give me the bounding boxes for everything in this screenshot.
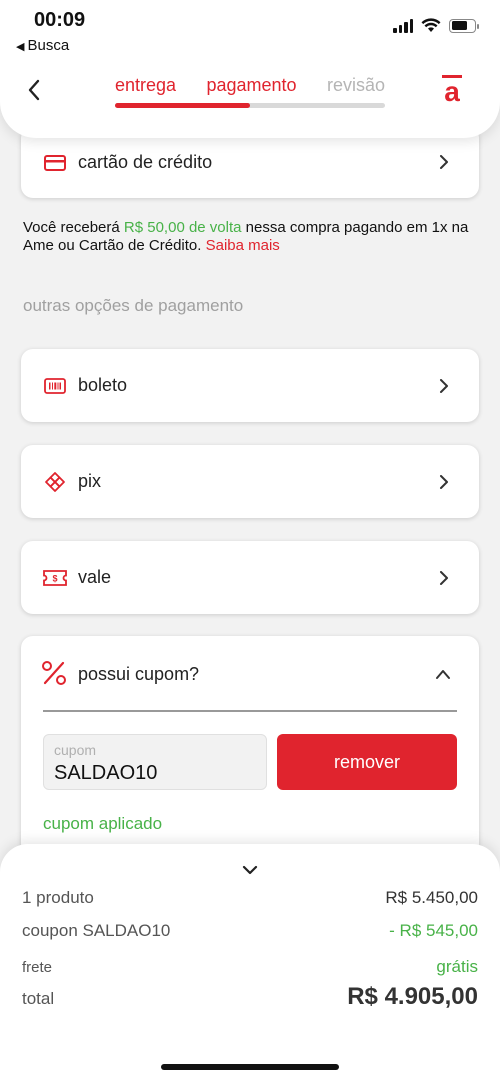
chevron-right-icon (440, 155, 448, 169)
home-indicator[interactable] (161, 1064, 339, 1070)
back-triangle-icon: ◀ (16, 41, 25, 53)
order-summary-sheet: 1 produto R$ 5.450,00 coupon SALDAO10 - … (0, 844, 500, 1082)
svg-text:$: $ (52, 574, 57, 584)
credit-card-icon (43, 151, 67, 175)
remove-coupon-button[interactable]: remover (277, 734, 457, 790)
summary-total-row: total R$ 4.905,00 (22, 983, 478, 1011)
summary-products-row: 1 produto R$ 5.450,00 (22, 888, 478, 908)
coupon-discount-label: coupon SALDAO10 (22, 921, 171, 940)
coupon-title[interactable]: possui cupom? (78, 664, 199, 685)
back-app-label: Busca (27, 37, 70, 54)
voucher-icon: $ (43, 566, 67, 590)
boleto-label: boleto (78, 375, 128, 395)
signal-icon (393, 18, 413, 33)
checkout-steps: entrega pagamento revisão (115, 75, 385, 108)
products-label: 1 produto (22, 888, 94, 907)
coupon-discount-value: - R$ 545,00 (389, 921, 478, 940)
steps-progress-fill (115, 103, 250, 108)
coupon-panel: possui cupom? cupom SALDAO10 remover cup… (21, 636, 479, 876)
chevron-right-icon (440, 475, 448, 489)
pix-icon (43, 470, 67, 494)
other-payment-title: outras opções de pagamento (23, 296, 244, 315)
step-entrega[interactable]: entrega (115, 75, 176, 96)
cashback-amount: R$ 50,00 de volta (123, 219, 242, 236)
chevron-down-icon[interactable] (241, 864, 259, 876)
boleto-option[interactable]: boleto (21, 349, 479, 422)
learn-more-link[interactable]: Saiba mais (206, 237, 280, 254)
pix-option[interactable]: pix (21, 445, 479, 518)
summary-coupon-row: coupon SALDAO10 - R$ 545,00 (22, 921, 478, 941)
step-pagamento[interactable]: pagamento (206, 75, 296, 96)
barcode-icon (43, 374, 67, 398)
coupon-input[interactable]: cupom SALDAO10 (43, 734, 267, 790)
percent-icon (42, 661, 66, 685)
coupon-input-placeholder: cupom (54, 742, 97, 758)
chevron-up-icon[interactable] (435, 667, 451, 681)
summary-shipping-row: frete grátis (22, 957, 478, 977)
cashback-info: Você receberá R$ 50,00 de volta nessa co… (23, 219, 469, 254)
chevron-left-icon (28, 79, 40, 101)
back-button[interactable] (20, 76, 48, 104)
divider (43, 710, 457, 712)
battery-icon (449, 18, 479, 33)
coupon-applied-status: cupom aplicado (43, 814, 163, 833)
shipping-value: grátis (436, 957, 478, 976)
wifi-icon (421, 18, 441, 32)
coupon-input-value: SALDAO10 (54, 762, 158, 784)
total-label: total (22, 989, 55, 1008)
total-value: R$ 4.905,00 (347, 983, 478, 1010)
steps-progress-bar (115, 103, 385, 108)
voucher-label: vale (78, 567, 112, 587)
products-value: R$ 5.450,00 (385, 888, 478, 907)
credit-card-label: cartão de crédito (78, 152, 213, 172)
step-revisao: revisão (326, 75, 385, 95)
clock: 00:09 (34, 9, 86, 31)
voucher-option[interactable]: $ vale (21, 541, 479, 614)
chevron-right-icon (440, 379, 448, 393)
status-icons (393, 18, 479, 33)
chevron-right-icon (440, 571, 448, 585)
back-to-app-link[interactable]: ◀ Busca (16, 37, 69, 54)
shipping-label: frete (22, 959, 53, 976)
status-bar: 00:09 ◀ Busca (0, 0, 500, 60)
pix-label: pix (78, 471, 102, 491)
brand-logo[interactable]: a (442, 75, 462, 107)
